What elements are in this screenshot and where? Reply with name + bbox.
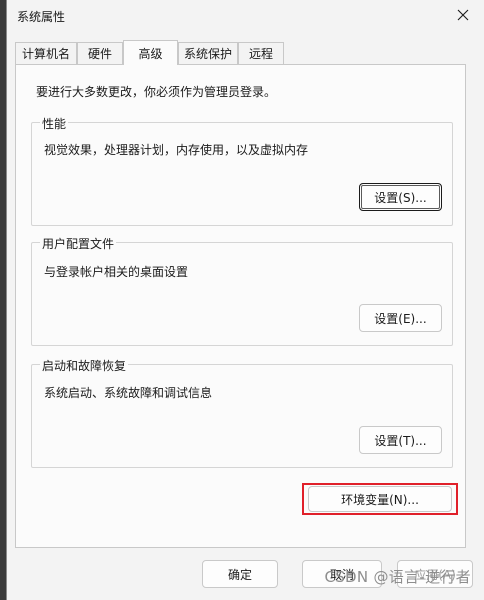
tab-advanced[interactable]: 高级 [123, 40, 178, 65]
tab-label: 高级 [138, 46, 163, 61]
ok-button[interactable]: 确定 [202, 560, 278, 588]
admin-notice: 要进行大多数更改，你必须作为管理员登录。 [36, 85, 277, 99]
startup-recovery-settings-button[interactable]: 设置(T)... [359, 426, 442, 454]
group-description: 视觉效果，处理器计划，内存使用，以及虚拟内存 [44, 143, 309, 157]
button-label: 确定 [227, 567, 252, 582]
tab-label: 硬件 [87, 47, 112, 61]
close-icon [457, 9, 469, 21]
button-label: 设置(E)... [374, 311, 427, 326]
tab-label: 系统保护 [183, 47, 232, 61]
tab-label: 远程 [248, 47, 273, 61]
tab-system-protection[interactable]: 系统保护 [178, 42, 238, 64]
window-title: 系统属性 [17, 10, 66, 24]
group-title: 性能 [40, 115, 69, 132]
system-properties-dialog: 系统属性 计算机名 硬件 高级 系统保护 远程 要进行大多数更改，你必须作为管理… [6, 0, 484, 600]
button-label: 环境变量(N)... [341, 492, 419, 507]
group-title: 启动和故障恢复 [40, 357, 129, 374]
close-button[interactable] [441, 0, 484, 30]
startup-recovery-group: 启动和故障恢复 系统启动、系统故障和调试信息 设置(T)... [31, 357, 453, 468]
button-label: 设置(S)... [374, 190, 427, 205]
group-title: 用户配置文件 [40, 235, 117, 252]
user-profiles-settings-button[interactable]: 设置(E)... [359, 304, 442, 332]
tab-remote[interactable]: 远程 [238, 42, 284, 64]
tab-label: 计算机名 [21, 47, 70, 61]
user-profiles-group: 用户配置文件 与登录帐户相关的桌面设置 设置(E)... [31, 235, 453, 346]
tab-computer-name[interactable]: 计算机名 [15, 42, 77, 64]
tab-hardware[interactable]: 硬件 [77, 42, 123, 64]
button-label: 设置(T)... [374, 433, 427, 448]
performance-settings-button[interactable]: 设置(S)... [359, 183, 442, 211]
environment-variables-button[interactable]: 环境变量(N)... [308, 486, 452, 512]
advanced-tab-panel: 要进行大多数更改，你必须作为管理员登录。 性能 视觉效果，处理器计划，内存使用，… [15, 64, 466, 548]
group-description: 与登录帐户相关的桌面设置 [44, 265, 189, 279]
group-description: 系统启动、系统故障和调试信息 [44, 386, 213, 400]
title-bar: 系统属性 [7, 0, 484, 30]
watermark: CSDN @语言-逆行者 [324, 568, 471, 586]
performance-group: 性能 视觉效果，处理器计划，内存使用，以及虚拟内存 设置(S)... [31, 115, 453, 226]
